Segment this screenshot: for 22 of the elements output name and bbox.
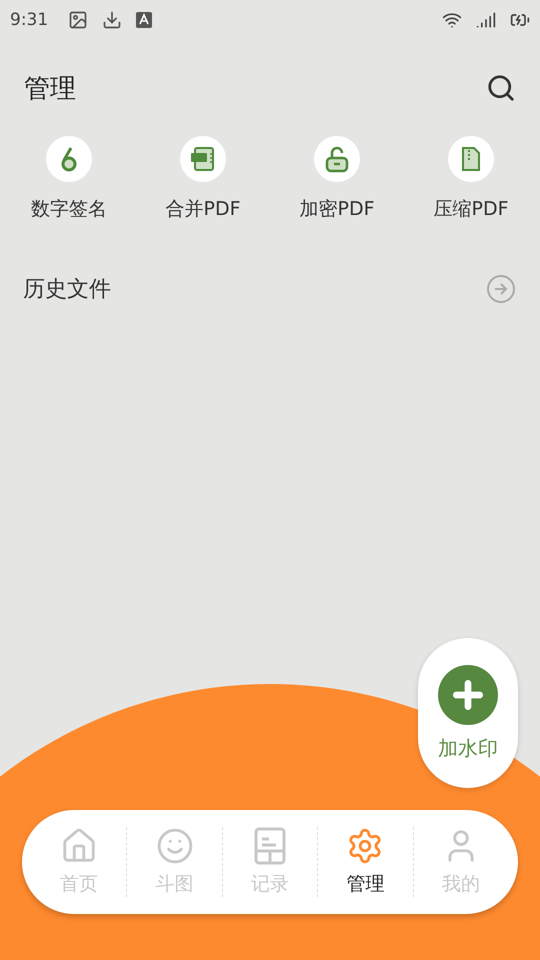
six-icon (59, 145, 79, 173)
tool-button[interactable]: 加密PDF (270, 136, 404, 222)
arrow-right-icon (486, 274, 516, 304)
unlock-icon (325, 145, 349, 173)
tool-button[interactable]: 合并PDF (136, 136, 270, 222)
smile-icon (156, 827, 194, 865)
zip-file-icon (461, 146, 481, 172)
add-watermark-button[interactable]: 加水印 (418, 638, 518, 788)
tool-button[interactable]: 数字签名 (2, 136, 136, 222)
pdf-icon (190, 146, 216, 172)
image-icon (68, 10, 88, 30)
signal-icon (476, 10, 496, 30)
history-files-row[interactable]: 历史文件 (0, 274, 540, 304)
history-label: 历史文件 (23, 276, 111, 304)
search-icon[interactable] (486, 73, 516, 103)
tab[interactable]: 管理 (317, 827, 413, 897)
page-title: 管理 (24, 72, 76, 106)
status-time: 9:31 (10, 10, 48, 30)
download-icon (102, 10, 122, 30)
document-icon (254, 827, 286, 865)
font-icon (136, 12, 152, 28)
tool-button[interactable]: 压缩PDF (404, 136, 538, 222)
